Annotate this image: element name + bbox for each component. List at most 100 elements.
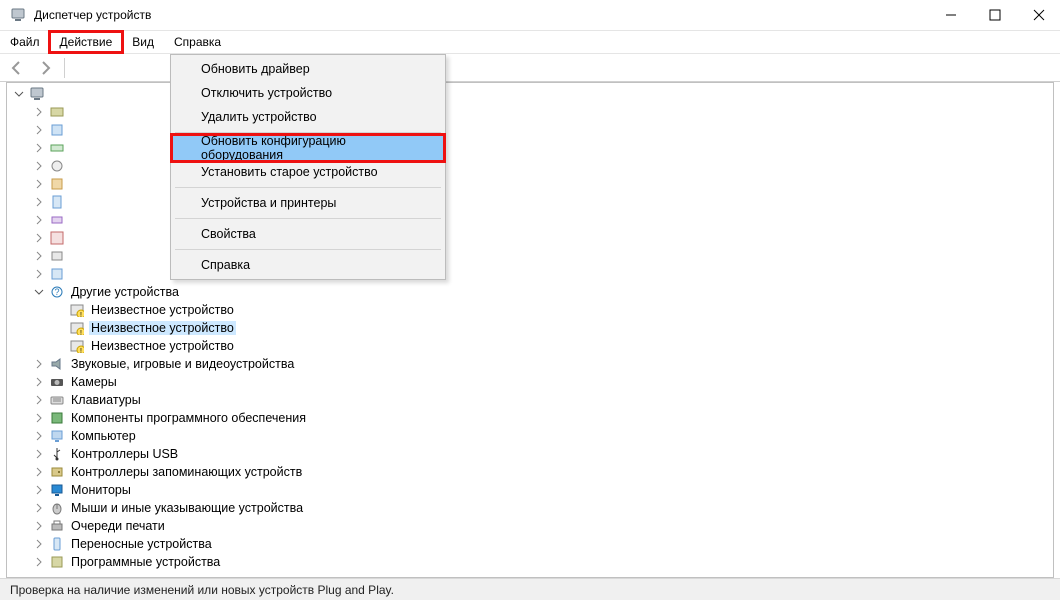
expand-icon[interactable] — [33, 358, 45, 370]
unknown-device-icon: ! — [69, 302, 85, 318]
menu-help[interactable]: Справка — [164, 32, 231, 52]
tree-category-cameras[interactable]: Камеры — [33, 373, 1053, 391]
device-tree-pane: ? Другие устройства ! Неизвестное устрой… — [7, 83, 1053, 577]
unknown-device-label: Неизвестное устройство — [89, 321, 236, 335]
tree-item-unknown-device-selected[interactable]: ! Неизвестное устройство — [53, 319, 1053, 337]
device-icon — [49, 230, 65, 246]
expand-icon[interactable] — [33, 412, 45, 424]
tree-category-audio[interactable]: Звуковые, игровые и видеоустройства — [33, 355, 1053, 373]
expand-icon[interactable] — [33, 376, 45, 388]
collapse-icon[interactable] — [33, 286, 45, 298]
svg-text:!: ! — [80, 348, 82, 353]
expand-icon[interactable] — [33, 520, 45, 532]
menu-file[interactable]: Файл — [0, 32, 50, 52]
expand-icon[interactable] — [33, 394, 45, 406]
menu-item-delete-device[interactable]: Удалить устройство — [173, 105, 443, 129]
tree-category-mice[interactable]: Мыши и иные указывающие устройства — [33, 499, 1053, 517]
menu-action[interactable]: Действие — [50, 32, 123, 52]
svg-text:!: ! — [80, 312, 82, 317]
menu-view[interactable]: Вид — [122, 32, 164, 52]
tree-category-keyboards[interactable]: Клавиатуры — [33, 391, 1053, 409]
window-controls — [942, 6, 1048, 24]
software-device-icon — [49, 554, 65, 570]
client-area: ? Другие устройства ! Неизвестное устрой… — [6, 82, 1054, 578]
tree-category-usb[interactable]: Контроллеры USB — [33, 445, 1053, 463]
expand-icon[interactable] — [33, 106, 45, 118]
printer-icon — [49, 518, 65, 534]
tree-category-monitors[interactable]: Мониторы — [33, 481, 1053, 499]
expand-icon[interactable] — [33, 196, 45, 208]
device-icon — [49, 212, 65, 228]
status-text: Проверка на наличие изменений или новых … — [10, 583, 394, 597]
other-devices-label: Другие устройства — [69, 285, 181, 299]
expand-icon[interactable] — [33, 178, 45, 190]
menu-item-install-legacy[interactable]: Установить старое устройство — [173, 160, 443, 184]
toolbar — [0, 54, 1060, 82]
back-button[interactable] — [6, 57, 28, 79]
tree-category-storage[interactable]: Контроллеры запоминающих устройств — [33, 463, 1053, 481]
forward-button[interactable] — [34, 57, 56, 79]
tree-category-print-queues[interactable]: Очереди печати — [33, 517, 1053, 535]
device-tree[interactable]: ? Другие устройства ! Неизвестное устрой… — [7, 83, 1053, 571]
menu-separator — [175, 218, 441, 219]
expand-icon[interactable] — [33, 538, 45, 550]
usb-icon — [49, 446, 65, 462]
expand-icon[interactable] — [33, 556, 45, 568]
menu-item-refresh-hardware[interactable]: Обновить конфигурацию оборудования — [173, 136, 443, 160]
camera-icon — [49, 374, 65, 390]
menu-item-devices-printers[interactable]: Устройства и принтеры — [173, 191, 443, 215]
expand-icon[interactable] — [33, 430, 45, 442]
menu-separator — [175, 132, 441, 133]
menu-separator — [175, 249, 441, 250]
device-icon — [49, 140, 65, 156]
expand-icon[interactable] — [33, 448, 45, 460]
expand-icon[interactable] — [13, 88, 25, 100]
tree-root[interactable] — [13, 85, 1053, 103]
close-button[interactable] — [1030, 6, 1048, 24]
tree-item-unknown-device[interactable]: ! Неизвестное устройство — [53, 337, 1053, 355]
expand-icon[interactable] — [33, 484, 45, 496]
tree-category-portable[interactable]: Переносные устройства — [33, 535, 1053, 553]
menu-item-properties[interactable]: Свойства — [173, 222, 443, 246]
menu-item-update-driver[interactable]: Обновить драйвер — [173, 57, 443, 81]
svg-text:?: ? — [54, 287, 59, 297]
menu-item-help[interactable]: Справка — [173, 253, 443, 277]
portable-icon — [49, 536, 65, 552]
tree-category-other-devices[interactable]: ? Другие устройства — [33, 283, 1053, 301]
expand-icon[interactable] — [33, 466, 45, 478]
toolbar-separator — [64, 58, 65, 78]
computer-icon — [29, 86, 45, 102]
tree-item-unknown-device[interactable]: ! Неизвестное устройство — [53, 301, 1053, 319]
device-icon — [49, 104, 65, 120]
unknown-device-icon: ! — [69, 320, 85, 336]
action-menu-dropdown: Обновить драйвер Отключить устройство Уд… — [170, 54, 446, 280]
tree-category-software-components[interactable]: Компоненты программного обеспечения — [33, 409, 1053, 427]
expand-icon[interactable] — [33, 160, 45, 172]
tree-category-software-devices[interactable]: Программные устройства — [33, 553, 1053, 571]
computer-icon — [49, 428, 65, 444]
expand-icon[interactable] — [33, 250, 45, 262]
unknown-device-label: Неизвестное устройство — [89, 339, 236, 353]
expand-icon[interactable] — [33, 268, 45, 280]
minimize-button[interactable] — [942, 6, 960, 24]
title-bar: Диспетчер устройств — [0, 0, 1060, 30]
expand-icon[interactable] — [33, 142, 45, 154]
software-component-icon — [49, 410, 65, 426]
monitor-icon — [49, 482, 65, 498]
maximize-button[interactable] — [986, 6, 1004, 24]
device-icon — [49, 194, 65, 210]
device-icon — [49, 158, 65, 174]
expand-icon[interactable] — [33, 214, 45, 226]
expand-icon[interactable] — [33, 124, 45, 136]
other-devices-icon: ? — [49, 284, 65, 300]
menu-item-disable-device[interactable]: Отключить устройство — [173, 81, 443, 105]
tree-category-computer[interactable]: Компьютер — [33, 427, 1053, 445]
menu-bar: Файл Действие Вид Справка — [0, 30, 1060, 54]
audio-icon — [49, 356, 65, 372]
expand-icon[interactable] — [33, 502, 45, 514]
expand-icon[interactable] — [33, 232, 45, 244]
device-icon — [49, 122, 65, 138]
tree-scroll[interactable]: ? Другие устройства ! Неизвестное устрой… — [7, 83, 1053, 577]
device-icon — [49, 176, 65, 192]
menu-separator — [175, 187, 441, 188]
